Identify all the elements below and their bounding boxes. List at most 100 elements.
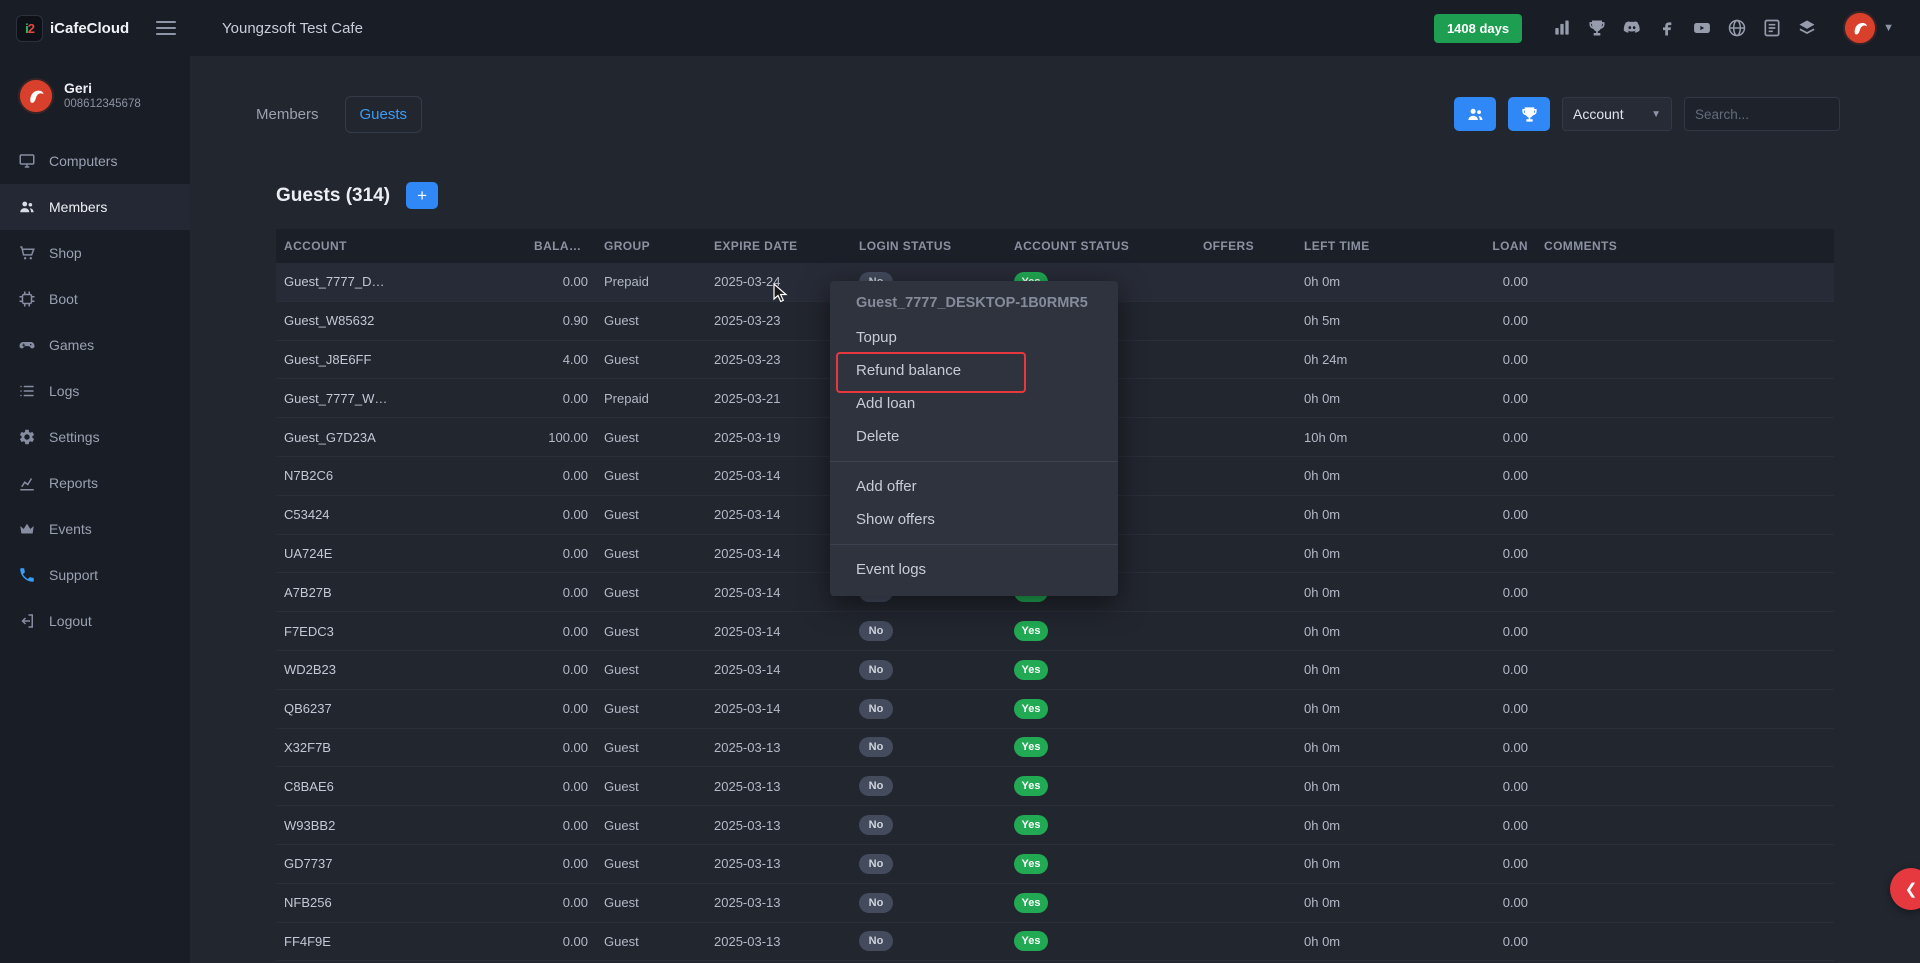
cell-balance: 0.00 [526,468,596,483]
menu-item-show-offers[interactable]: Show offers [830,503,1118,536]
cell-account: FF4F9E [276,934,526,949]
account-select[interactable]: Account ▼ [1562,97,1672,131]
app-logo[interactable]: i2 iCafeCloud [16,15,129,42]
sidebar-item-boot[interactable]: Boot [0,276,190,322]
table-header: ACCOUNTBALANCEGROUPEXPIRE DATELOGIN STAT… [276,229,1834,263]
news-icon[interactable] [1762,18,1782,38]
sidebar-item-label: Reports [49,475,98,491]
sidebar-user[interactable]: Geri 008612345678 [0,56,190,132]
account-status-badge: Yes [1014,621,1048,641]
tab-guests[interactable]: Guests [345,96,423,133]
column-header: OFFERS [1161,239,1296,253]
monitor-icon [18,152,36,170]
user-name: Geri [64,80,141,97]
cell-account-status: Yes [1006,699,1161,719]
sidebar-item-shop[interactable]: Shop [0,230,190,276]
cell-login-status: No [851,893,1006,913]
cell-loan: 0.00 [1461,701,1536,716]
cell-loan: 0.00 [1461,391,1536,406]
subscription-days-badge[interactable]: 1408 days [1434,14,1522,43]
menu-item-refund-balance[interactable]: Refund balance [830,354,1118,387]
brand-name: iCafeCloud [50,20,129,37]
table-row[interactable]: C8BAE60.00Guest2025-03-13NoYes0h 0m0.00 [276,767,1834,806]
topbar-right: 1408 days ▼ [1434,11,1920,45]
avatar [1843,11,1877,45]
add-guest-button[interactable]: + [406,182,438,209]
sidebar-item-logout[interactable]: Logout [0,598,190,644]
cell-left-time: 0h 0m [1296,624,1461,639]
menu-item-add-loan[interactable]: Add loan [830,387,1118,420]
account-status-badge: Yes [1014,699,1048,719]
brand-block: i2 iCafeCloud [0,0,190,56]
cell-account: Guest_J8E6FF [276,352,526,367]
table-row[interactable]: QB62370.00Guest2025-03-14NoYes0h 0m0.00 [276,690,1834,729]
sidebar-item-support[interactable]: Support [0,552,190,598]
sidebar-item-reports[interactable]: Reports [0,460,190,506]
discord-icon[interactable] [1622,18,1642,38]
column-header: LEFT TIME [1296,239,1461,253]
sidebar-item-computers[interactable]: Computers [0,138,190,184]
cell-expire-date: 2025-03-14 [706,662,851,677]
menu-item-delete[interactable]: Delete [830,420,1118,453]
cell-loan: 0.00 [1461,313,1536,328]
sidebar-item-logs[interactable]: Logs [0,368,190,414]
table-row[interactable]: NFB2560.00Guest2025-03-13NoYes0h 0m0.00 [276,884,1834,923]
top-members-button[interactable] [1508,97,1550,131]
cell-left-time: 0h 0m [1296,740,1461,755]
facebook-icon[interactable] [1657,18,1677,38]
cell-login-status: No [851,621,1006,641]
users-icon [1466,105,1485,124]
cell-login-status: No [851,699,1006,719]
table-row[interactable]: GD77370.00Guest2025-03-13NoYes0h 0m0.00 [276,845,1834,884]
cell-left-time: 0h 0m [1296,856,1461,871]
members-group-button[interactable] [1454,97,1496,131]
table-row[interactable]: WD2B230.00Guest2025-03-14NoYes0h 0m0.00 [276,651,1834,690]
user-menu[interactable]: ▼ [1843,11,1894,45]
apps-icon[interactable] [1797,18,1817,38]
menu-item-topup[interactable]: Topup [830,321,1118,354]
cell-left-time: 0h 0m [1296,585,1461,600]
menu-item-add-offer[interactable]: Add offer [830,470,1118,503]
trophy-icon[interactable] [1587,18,1607,38]
table-row[interactable]: F7EDC30.00Guest2025-03-14NoYes0h 0m0.00 [276,612,1834,651]
account-status-badge: Yes [1014,815,1048,835]
cafe-name: Youngzsoft Test Cafe [222,20,363,37]
cell-group: Guest [596,934,706,949]
topbar: i2 iCafeCloud Youngzsoft Test Cafe 1408 … [0,0,1920,56]
menu-item-event-logs[interactable]: Event logs [830,553,1118,586]
globe-icon[interactable] [1727,18,1747,38]
stats-icon[interactable] [1552,18,1572,38]
cell-account-status: Yes [1006,931,1161,951]
tab-members[interactable]: Members [242,97,333,132]
sidebar-item-settings[interactable]: Settings [0,414,190,460]
gamepad-icon [18,336,36,354]
table-row[interactable]: FF4F9E0.00Guest2025-03-13NoYes0h 0m0.00 [276,923,1834,962]
cell-balance: 0.00 [526,624,596,639]
menu-toggle-icon[interactable] [156,21,176,35]
table-row[interactable]: X32F7B0.00Guest2025-03-13NoYes0h 0m0.00 [276,729,1834,768]
cell-balance: 0.00 [526,391,596,406]
cell-group: Guest [596,895,706,910]
account-status-badge: Yes [1014,931,1048,951]
trophy-icon [1520,105,1539,124]
sidebar-item-events[interactable]: Events [0,506,190,552]
cell-account: Guest_7777_D… [276,274,526,289]
youtube-icon[interactable] [1692,18,1712,38]
cell-left-time: 0h 0m [1296,779,1461,794]
cell-account-status: Yes [1006,815,1161,835]
sidebar-item-label: Settings [49,429,100,445]
cell-left-time: 0h 0m [1296,274,1461,289]
cell-left-time: 0h 0m [1296,662,1461,677]
sidebar-item-members[interactable]: Members [0,184,190,230]
cell-expire-date: 2025-03-13 [706,934,851,949]
column-header: COMMENTS [1536,239,1834,253]
login-status-badge: No [859,660,893,680]
table-row[interactable]: W93BB20.00Guest2025-03-13NoYes0h 0m0.00 [276,806,1834,845]
cell-loan: 0.00 [1461,934,1536,949]
search-input[interactable] [1684,97,1840,131]
context-menu-title: Guest_7777_DESKTOP-1B0RMR5 [830,287,1118,321]
cell-account: N7B2C6 [276,468,526,483]
sidebar-item-games[interactable]: Games [0,322,190,368]
cell-loan: 0.00 [1461,662,1536,677]
cell-account: W93BB2 [276,818,526,833]
